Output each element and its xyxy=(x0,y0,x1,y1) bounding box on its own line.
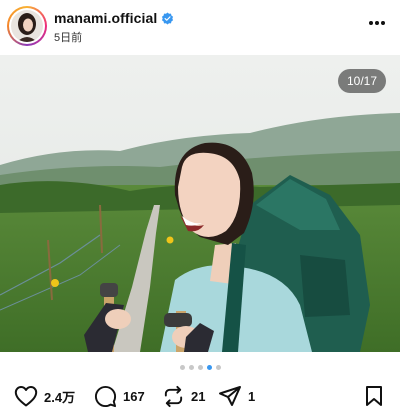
carousel-dot-active xyxy=(206,365,212,370)
repost-icon xyxy=(164,385,183,407)
more-icon[interactable] xyxy=(368,20,386,26)
post-timestamp: 5日前 xyxy=(54,32,83,44)
verified-badge-icon xyxy=(162,12,174,25)
shares-count: 1 xyxy=(248,388,256,404)
bookmark-icon[interactable] xyxy=(364,385,384,407)
action-bar: 2.4万 167 21 1 xyxy=(0,384,400,410)
image-counter: 10/17 xyxy=(337,69,386,93)
carousel-dot xyxy=(188,365,194,370)
heart-icon xyxy=(14,386,38,407)
carousel-dot xyxy=(215,365,221,370)
comment-button[interactable]: 167 xyxy=(94,384,145,408)
username[interactable]: manami.official xyxy=(54,10,174,26)
carousel-indicator xyxy=(0,365,400,373)
post-header: manami.official 5日前 xyxy=(0,0,400,54)
carousel-dot xyxy=(197,365,203,370)
post-photo[interactable]: 10/17 xyxy=(0,55,400,352)
like-button[interactable]: 2.4万 xyxy=(14,384,75,408)
share-button[interactable]: 1 xyxy=(218,384,255,408)
comment-icon xyxy=(94,385,117,407)
carousel-dot xyxy=(179,365,185,370)
comments-count: 167 xyxy=(123,388,145,404)
likes-count: 2.4万 xyxy=(44,389,76,405)
reposts-count: 21 xyxy=(191,388,206,404)
send-icon xyxy=(219,386,241,406)
avatar[interactable] xyxy=(7,6,47,46)
repost-button[interactable]: 21 xyxy=(162,384,205,408)
post-photo-image xyxy=(0,55,400,352)
